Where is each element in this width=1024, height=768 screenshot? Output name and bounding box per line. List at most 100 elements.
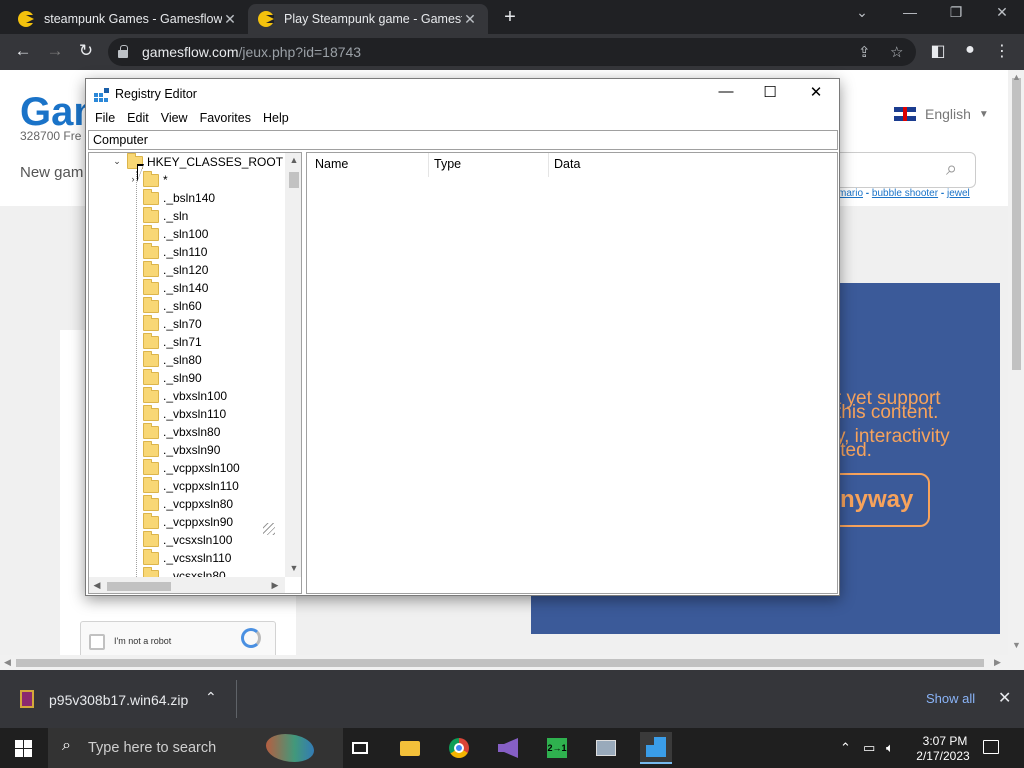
scroll-up-arrow-icon[interactable]: ▲	[1012, 72, 1021, 82]
folder-icon	[143, 386, 159, 403]
tree-node-label: ._sln70	[163, 317, 202, 331]
tag-link[interactable]: bubble shooter	[872, 188, 938, 199]
profile-icon[interactable]: ●	[960, 41, 980, 59]
menu-help[interactable]: Help	[257, 109, 295, 129]
volume-icon[interactable]: 🔈︎	[886, 740, 894, 756]
tree-horizontal-scroll-thumb[interactable]	[107, 582, 171, 591]
menu-view[interactable]: View	[155, 109, 194, 129]
browser-tab-2[interactable]: Play Steampunk game - Gamesfl ✕	[248, 4, 488, 34]
restore-icon[interactable]: ❐	[942, 4, 970, 21]
back-arrow-icon[interactable]: ←	[12, 41, 34, 61]
tree-node[interactable]: ._sln60	[143, 296, 202, 315]
tree-node[interactable]: ._sln71	[143, 332, 202, 351]
tree-node[interactable]: ._sln140	[143, 278, 208, 297]
tag-link[interactable]: mario	[838, 188, 863, 199]
close-window-icon[interactable]: ✕	[988, 4, 1016, 21]
tree-node[interactable]: ._vbxsln80	[143, 422, 220, 441]
language-selector[interactable]: English ▼	[894, 106, 989, 122]
tree-node[interactable]: *	[143, 170, 168, 189]
close-download-bar-icon[interactable]: ✕	[998, 688, 1011, 708]
tree-node[interactable]: ._vbxsln100	[143, 386, 227, 405]
tree-node[interactable]: ._vcsxsln100	[143, 530, 232, 549]
tree-vertical-scrollbar[interactable]	[285, 153, 301, 577]
browser-tab-1[interactable]: steampunk Games - Gamesflow.c ✕	[8, 4, 248, 34]
tray-chevron-up-icon[interactable]: ⌃	[840, 740, 851, 756]
tree-vertical-scroll-thumb[interactable]	[289, 172, 299, 188]
regedit-address-bar[interactable]: Computer	[88, 130, 838, 150]
tree-node-root[interactable]: HKEY_CLASSES_ROOT	[127, 153, 283, 171]
side-panel-icon[interactable]: ◧	[928, 41, 948, 61]
regedit-minimize-icon[interactable]: —	[703, 83, 749, 100]
share-icon[interactable]: ⇪	[858, 43, 871, 61]
column-header-data[interactable]: Data	[554, 157, 580, 171]
task-view-button[interactable]	[344, 732, 376, 764]
column-divider[interactable]	[428, 153, 429, 177]
column-divider[interactable]	[548, 153, 549, 177]
tree-node[interactable]: ._bsln140	[143, 188, 215, 207]
tree-node[interactable]: ._sln70	[143, 314, 202, 333]
download-file-name[interactable]: p95v308b17.win64.zip	[49, 692, 188, 708]
address-bar[interactable]: gamesflow.com/jeux.php?id=18743 ⇪ ☆	[108, 38, 916, 66]
minimize-icon[interactable]: —	[896, 4, 924, 20]
column-header-type[interactable]: Type	[434, 157, 461, 171]
scroll-down-arrow-icon[interactable]: ▼	[1012, 640, 1021, 650]
tree-node[interactable]: ._sln	[143, 206, 188, 225]
calculator-taskbar-button[interactable]: 2→1	[541, 732, 573, 764]
registry-values-pane[interactable]: Name Type Data	[306, 152, 838, 594]
tree-scroll-up-icon[interactable]: ▲	[288, 155, 300, 165]
scroll-left-arrow-icon[interactable]: ◀	[4, 657, 11, 668]
menu-edit[interactable]: Edit	[121, 109, 155, 129]
tree-node-label: ._sln90	[163, 371, 202, 385]
tab-search-chevron-icon[interactable]: ⌄	[848, 4, 876, 21]
tab-close-icon[interactable]: ✕	[462, 11, 478, 28]
star-icon[interactable]: ☆	[890, 43, 903, 61]
tree-node[interactable]: ._sln90	[143, 368, 202, 387]
tree-collapse-chevron-icon[interactable]: ⌄	[111, 156, 123, 167]
tag-link[interactable]: jewel	[947, 188, 970, 199]
visual-studio-taskbar-button[interactable]	[492, 732, 524, 764]
tree-node[interactable]: ._vcsxsln110	[143, 548, 231, 567]
tab-close-icon[interactable]: ✕	[222, 11, 238, 28]
regedit-maximize-icon[interactable]: ☐	[747, 83, 793, 101]
reload-icon[interactable]: ↻	[75, 41, 97, 61]
network-icon[interactable]: ▭	[863, 740, 875, 756]
tree-node[interactable]: ._sln120	[143, 260, 208, 279]
windows-start-icon[interactable]	[15, 740, 32, 757]
menu-dots-icon[interactable]: ⋮	[992, 41, 1012, 61]
tree-scroll-down-icon[interactable]: ▼	[288, 563, 300, 573]
regedit-close-icon[interactable]: ✕	[793, 83, 839, 101]
new-tab-button[interactable]: +	[500, 6, 520, 29]
clock-time[interactable]: 3:07 PM	[920, 734, 970, 748]
tree-node[interactable]: ._vcppxsln100	[143, 458, 240, 477]
tree-node[interactable]: ._vcppxsln90	[143, 512, 233, 531]
tree-node[interactable]: ._vbxsln110	[143, 404, 226, 423]
tree-node[interactable]: ._vcppxsln80	[143, 494, 233, 513]
page-vertical-scroll-thumb[interactable]	[1012, 78, 1021, 370]
page-horizontal-scroll-thumb[interactable]	[16, 659, 984, 667]
menu-file[interactable]: File	[89, 109, 121, 129]
new-games-link[interactable]: New gam	[20, 164, 83, 181]
regedit-taskbar-button[interactable]	[640, 732, 672, 764]
tree-node[interactable]: ._vbxsln90	[143, 440, 220, 459]
chrome-taskbar-button[interactable]	[443, 732, 475, 764]
forward-arrow-icon[interactable]: →	[44, 41, 66, 61]
regedit-title-bar[interactable]: Registry Editor — ☐ ✕	[86, 79, 839, 109]
control-panel-taskbar-button[interactable]	[590, 732, 622, 764]
captcha-checkbox[interactable]	[89, 634, 105, 650]
tree-scroll-left-icon[interactable]: ◀	[91, 580, 103, 591]
search-icon[interactable]: ⌕	[946, 158, 957, 181]
tree-node[interactable]: ._vcppxsln110	[143, 476, 239, 495]
scroll-right-arrow-icon[interactable]: ▶	[994, 657, 1001, 668]
tree-node[interactable]: ._sln80	[143, 350, 202, 369]
show-all-button[interactable]: Show all	[926, 691, 975, 706]
file-explorer-button[interactable]	[394, 732, 426, 764]
chevron-up-icon[interactable]: ⌃	[205, 689, 217, 706]
clock-date[interactable]: 2/17/2023	[910, 749, 976, 763]
column-header-name[interactable]: Name	[315, 157, 348, 171]
notifications-icon[interactable]	[983, 740, 999, 754]
tree-scroll-right-icon[interactable]: ▶	[269, 580, 281, 591]
resize-grip-icon[interactable]	[263, 523, 275, 535]
menu-favorites[interactable]: Favorites	[194, 109, 257, 129]
tree-node[interactable]: ._sln100	[143, 224, 208, 243]
tree-node[interactable]: ._sln110	[143, 242, 207, 261]
